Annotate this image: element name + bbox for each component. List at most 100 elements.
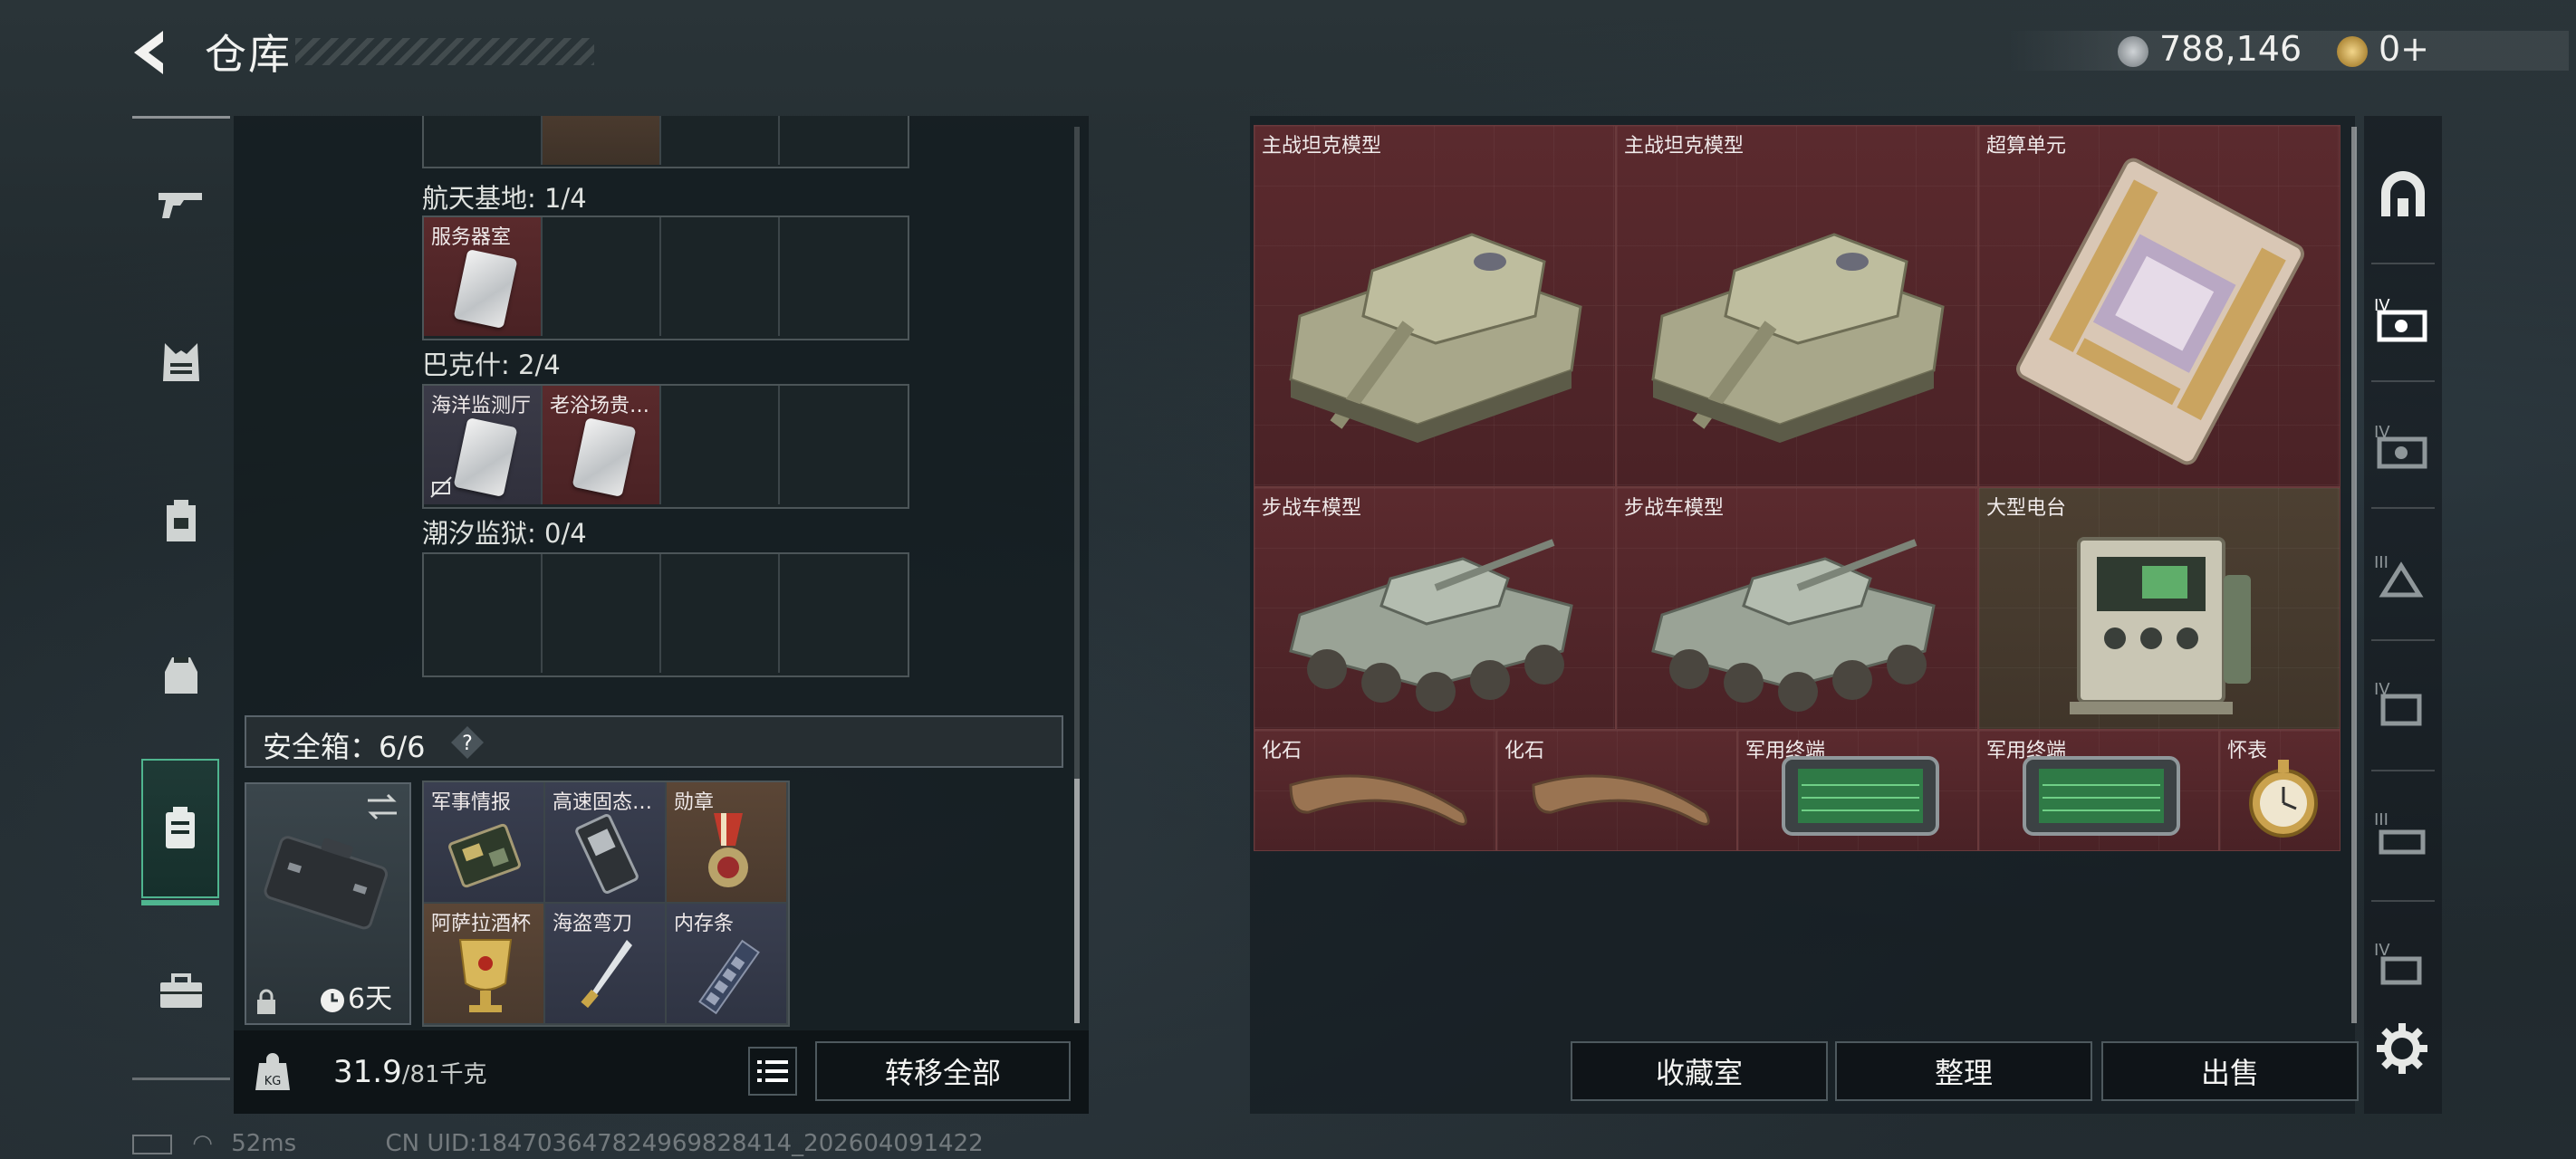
- nav-weapons[interactable]: [132, 136, 230, 272]
- stash-item[interactable]: 步战车模型: [1616, 487, 1978, 730]
- item-name: 老浴场贵…: [550, 395, 650, 417]
- ram-stick-image: [698, 939, 760, 1015]
- item-name: 主战坦克模型: [1262, 135, 1382, 158]
- empty-slot[interactable]: [661, 386, 780, 504]
- battery-icon: [132, 1134, 172, 1154]
- keycard-image: [453, 249, 518, 329]
- capacity-readout: 31.9/81千克: [333, 1054, 487, 1090]
- medical-icon: III: [2374, 553, 2424, 598]
- household-icon: III: [2374, 810, 2426, 855]
- swap-icon[interactable]: [364, 791, 400, 822]
- filter-tier4-electronics[interactable]: IV: [2368, 268, 2438, 368]
- gold-coin-icon: [2337, 36, 2368, 67]
- filter-tier3-medical[interactable]: III: [2368, 525, 2438, 625]
- stash-item[interactable]: 化石: [1496, 730, 1737, 851]
- list-icon: [757, 1060, 788, 1082]
- item-name: 服务器室: [431, 226, 512, 249]
- empty-slot[interactable]: [661, 554, 780, 673]
- stash-item[interactable]: 主战坦克模型: [1616, 125, 1978, 487]
- back-arrow-icon[interactable]: [127, 25, 181, 80]
- stash-item[interactable]: 化石: [1254, 730, 1496, 851]
- empty-slot[interactable]: [661, 217, 780, 336]
- keycard-slot[interactable]: 服务器室: [424, 217, 543, 336]
- slot[interactable]: [661, 116, 780, 165]
- nav-armor[interactable]: [132, 295, 230, 431]
- status-bar: ◠ 52ms CN UID:184703647824969828414_2026…: [132, 1130, 984, 1157]
- item-name: 主战坦克模型: [1624, 135, 1745, 158]
- filter-all[interactable]: [2368, 143, 2438, 243]
- safebox-container[interactable]: 6天: [245, 782, 411, 1025]
- stash-item[interactable]: 军用终端: [1737, 730, 1978, 851]
- electronics-icon: IV: [2374, 296, 2427, 342]
- gun-icon: [159, 193, 202, 218]
- transfer-all-button[interactable]: 转移全部: [815, 1041, 1071, 1101]
- stash-item[interactable]: 超算单元: [1978, 125, 2341, 487]
- military-terminal-image: [1782, 756, 1939, 836]
- item-slot[interactable]: 阿萨拉酒杯: [424, 904, 543, 1023]
- item-slot[interactable]: 海盗弯刀: [545, 904, 665, 1023]
- keycard-slot[interactable]: 老浴场贵…: [543, 386, 661, 504]
- item-name: 军事情报: [431, 791, 512, 814]
- empty-slot[interactable]: [780, 554, 899, 673]
- capacity-current: 31.9: [333, 1054, 402, 1090]
- lock-icon: [257, 989, 275, 1014]
- left-scrollbar-thumb[interactable]: [1074, 779, 1080, 1023]
- filter-tier4-tools[interactable]: IV: [2368, 395, 2438, 494]
- slot-row: 海洋监测厅 老浴场贵…: [422, 384, 909, 509]
- safe-case-image: [264, 836, 389, 930]
- item-slot[interactable]: 军事情报: [424, 782, 543, 902]
- empty-slot[interactable]: [543, 554, 661, 673]
- empty-slot[interactable]: [543, 217, 661, 336]
- coin-balance: 788,146: [2159, 29, 2302, 69]
- svg-text:KG: KG: [264, 1075, 282, 1088]
- stash-item[interactable]: 大型电台: [1978, 487, 2341, 730]
- stash-item[interactable]: 步战车模型: [1254, 487, 1616, 730]
- tools-icon: IV: [2374, 423, 2427, 469]
- empty-slot[interactable]: [780, 386, 899, 504]
- goblet-image: [458, 939, 513, 1012]
- filter-tier4-documents[interactable]: IV: [2368, 652, 2438, 752]
- item-slot[interactable]: 高速固态…: [545, 782, 665, 902]
- slot[interactable]: [543, 116, 661, 165]
- nav-toolbox[interactable]: [132, 924, 230, 1059]
- sell-button[interactable]: 出售: [2101, 1041, 2359, 1101]
- item-name: 大型电台: [1986, 497, 2067, 520]
- gold-balance[interactable]: 0+: [2379, 29, 2429, 69]
- page-title: 仓库: [205, 30, 292, 79]
- nav-top-divider: [132, 116, 230, 119]
- military-terminal-image: [2023, 756, 2180, 836]
- empty-slot[interactable]: [424, 554, 543, 673]
- item-name: 海盗弯刀: [553, 913, 633, 935]
- ping-text: 52ms: [231, 1130, 297, 1157]
- stash-item[interactable]: 军用终端: [1978, 730, 2219, 851]
- ifv-model-image: [1651, 539, 1936, 712]
- arch-icon: [2381, 171, 2425, 216]
- right-scrollbar[interactable]: [2351, 127, 2357, 1023]
- keycard-image: [453, 417, 518, 497]
- stash-item[interactable]: 怀表: [2219, 730, 2341, 851]
- slot[interactable]: [424, 116, 543, 165]
- help-icon[interactable]: ?: [449, 724, 485, 761]
- list-view-button[interactable]: [748, 1047, 797, 1096]
- pocket-watch-image: [2249, 760, 2318, 838]
- slot[interactable]: [780, 116, 899, 165]
- collection-button[interactable]: 收藏室: [1571, 1041, 1828, 1101]
- organize-button[interactable]: 整理: [1835, 1041, 2092, 1101]
- pouch-icon: [165, 657, 197, 694]
- nav-pack[interactable]: [132, 607, 230, 742]
- nav-backpack[interactable]: [132, 453, 230, 589]
- filter-tier3-household[interactable]: III: [2368, 782, 2438, 882]
- keycard-slot[interactable]: 海洋监测厅: [424, 386, 543, 504]
- filter-tier4-misc[interactable]: IV: [2368, 913, 2438, 1012]
- item-slot[interactable]: 内存条: [667, 904, 786, 1023]
- nav-safebox[interactable]: [141, 759, 219, 905]
- fossil-claw-image: [1532, 774, 1710, 826]
- safebox-time-left: 6天: [348, 983, 393, 1015]
- stash-item[interactable]: 主战坦克模型: [1254, 125, 1616, 487]
- settings-gear-icon[interactable]: [2375, 1021, 2429, 1076]
- tank-model-image: [1651, 233, 1945, 443]
- empty-slot[interactable]: [780, 217, 899, 336]
- item-slot[interactable]: 勋章: [667, 782, 786, 902]
- safebox-icon: [166, 807, 195, 848]
- section-label: 潮汐监狱: 0/4: [422, 518, 587, 549]
